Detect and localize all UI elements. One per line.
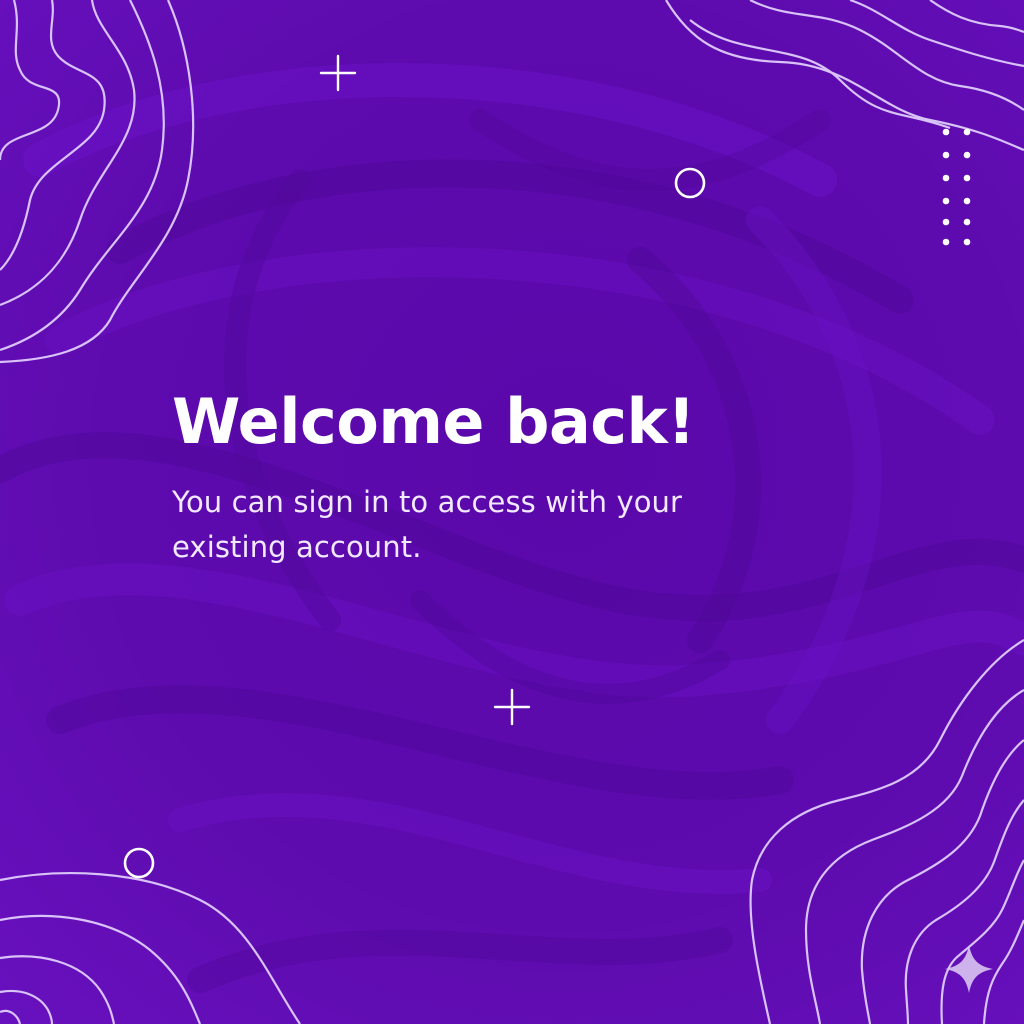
welcome-subtitle: You can sign in to access with your exis…	[172, 485, 683, 564]
welcome-title: Welcome back!	[172, 385, 696, 458]
welcome-screen: Welcome back! You can sign in to access …	[0, 0, 1024, 1024]
